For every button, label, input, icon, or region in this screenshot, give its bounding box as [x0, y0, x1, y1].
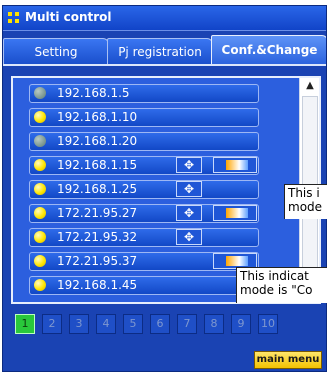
- device-ip: 172.21.95.37: [57, 254, 138, 268]
- tooltip-line: This indicat: [240, 269, 309, 283]
- status-dot-icon: [34, 111, 46, 123]
- status-dot-icon: [34, 159, 46, 171]
- move-icon[interactable]: ✥: [176, 229, 202, 245]
- tooltip-line: mode is "Co: [240, 283, 313, 297]
- page-button[interactable]: 3: [69, 314, 89, 334]
- window-title: Multi control: [25, 10, 112, 24]
- device-row[interactable]: 192.168.1.45: [29, 276, 259, 295]
- color-mode-icon[interactable]: [213, 205, 257, 221]
- page-button[interactable]: 8: [204, 314, 224, 334]
- tab-conf-change[interactable]: Conf.&Change: [211, 35, 326, 64]
- status-dot-icon: [34, 279, 46, 291]
- page-button[interactable]: 7: [177, 314, 197, 334]
- device-ip: 192.168.1.10: [57, 110, 138, 124]
- device-row[interactable]: 192.168.1.20: [29, 132, 259, 151]
- tab-bar: Setting Pj registration Conf.&Change: [3, 34, 326, 64]
- page-button[interactable]: 10: [258, 314, 278, 334]
- status-dot-icon: [34, 183, 46, 195]
- device-row[interactable]: 192.168.1.25 ✥: [29, 180, 259, 199]
- page-button[interactable]: 5: [123, 314, 143, 334]
- tab-setting[interactable]: Setting: [3, 38, 109, 64]
- tooltip-mode-1: This i mode: [284, 184, 327, 219]
- tooltip-mode-2: This indicat mode is "Co: [236, 267, 327, 303]
- device-row[interactable]: 192.168.1.5: [29, 84, 259, 103]
- device-row[interactable]: 172.21.95.27 ✥: [29, 204, 259, 223]
- color-mode-icon[interactable]: [213, 157, 257, 173]
- tooltip-line: mode: [288, 200, 323, 214]
- device-ip: 192.168.1.5: [57, 86, 130, 100]
- page-button[interactable]: 4: [96, 314, 116, 334]
- move-icon[interactable]: ✥: [176, 205, 202, 221]
- tooltip-line: This i: [288, 186, 320, 200]
- device-ip: 172.21.95.32: [57, 230, 138, 244]
- page-button[interactable]: 6: [150, 314, 170, 334]
- main-menu-button[interactable]: main menu: [254, 351, 322, 369]
- tab-label: Pj registration: [118, 44, 202, 59]
- page-button[interactable]: 9: [231, 314, 251, 334]
- device-row[interactable]: 172.21.95.32 ✥: [29, 228, 259, 247]
- status-dot-icon: [34, 207, 46, 219]
- device-row[interactable]: 172.21.95.37: [29, 252, 259, 271]
- device-ip: 192.168.1.25: [57, 182, 138, 196]
- tab-divider: [3, 64, 326, 66]
- device-ip: 192.168.1.45: [57, 278, 138, 292]
- status-dot-icon: [34, 87, 46, 99]
- status-dot-icon: [34, 255, 46, 267]
- tab-label: Conf.&Change: [221, 43, 318, 57]
- device-row[interactable]: 192.168.1.10: [29, 108, 259, 127]
- device-ip: 172.21.95.27: [57, 206, 138, 220]
- device-ip: 192.168.1.15: [57, 158, 138, 172]
- device-ip: 192.168.1.20: [57, 134, 138, 148]
- move-icon[interactable]: ✥: [176, 181, 202, 197]
- multi-control-window: Multi control Setting Pj registration Co…: [2, 5, 327, 372]
- tab-label: Setting: [34, 44, 78, 59]
- move-icon[interactable]: ✥: [176, 157, 202, 173]
- page-button[interactable]: 1: [15, 314, 35, 334]
- page-button[interactable]: 2: [42, 314, 62, 334]
- status-dot-icon: [34, 135, 46, 147]
- device-row[interactable]: 192.168.1.15 ✥: [29, 156, 259, 175]
- status-dot-icon: [34, 231, 46, 243]
- title-bar: Multi control: [3, 6, 326, 31]
- tab-pj-registration[interactable]: Pj registration: [107, 38, 213, 64]
- grid-icon: [8, 12, 20, 24]
- scroll-up-arrow-icon[interactable]: ▲: [300, 78, 319, 94]
